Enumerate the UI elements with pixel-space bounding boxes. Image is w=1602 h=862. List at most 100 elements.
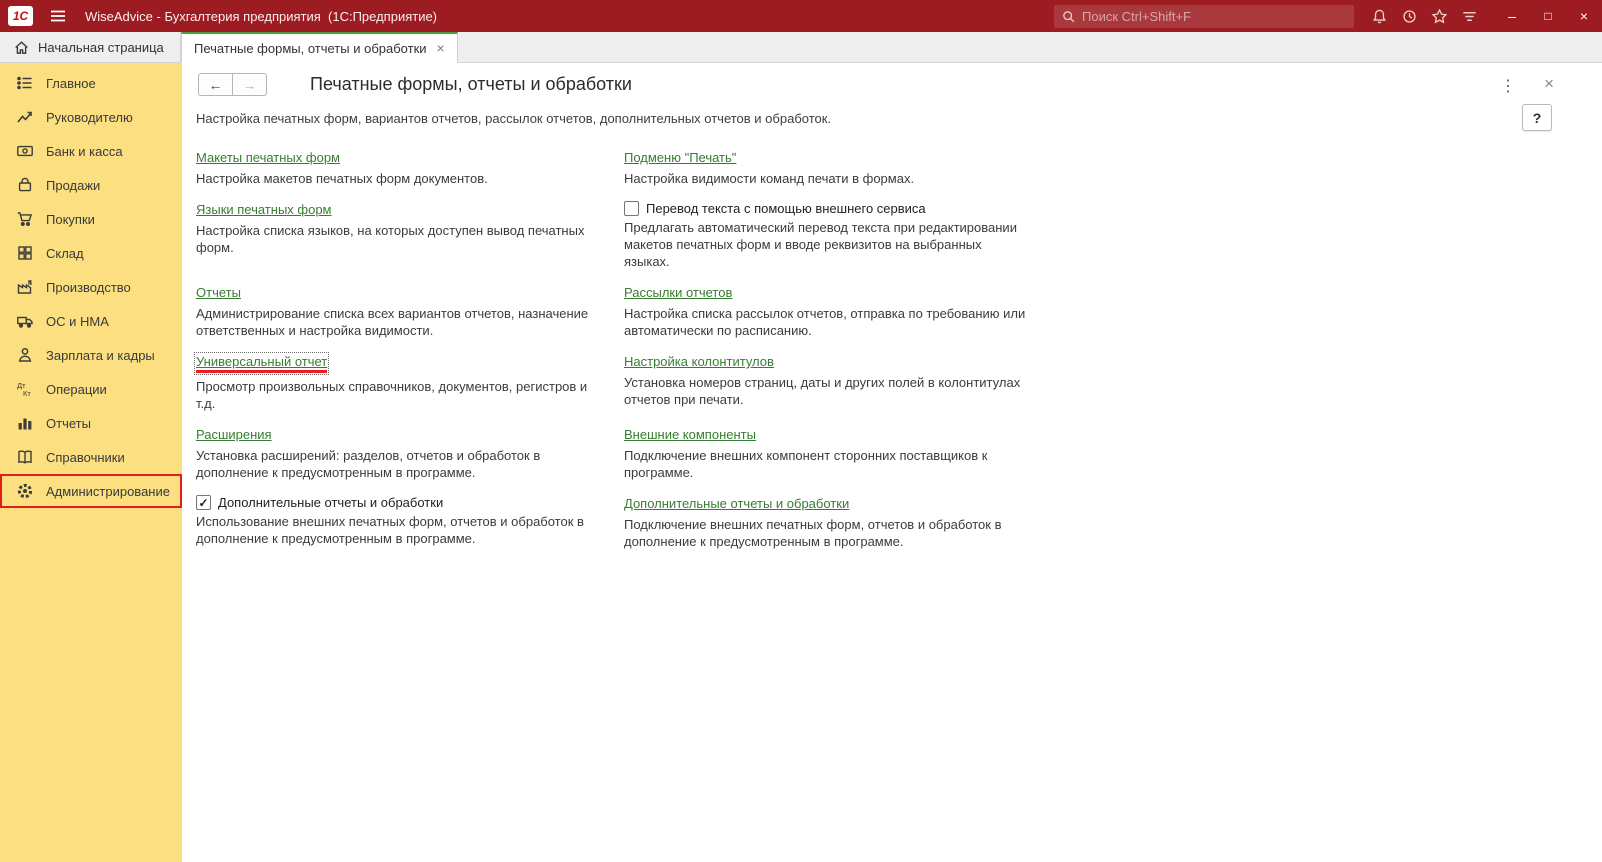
link-extensions[interactable]: Расширения xyxy=(196,427,272,442)
sidebar-item-operations[interactable]: Дт Кт Операции xyxy=(0,372,182,406)
bell-icon xyxy=(1372,9,1386,23)
feature-headers-footers: Настройка колонтитулов Установка номеров… xyxy=(624,353,1026,412)
checkbox-text-translation[interactable]: Перевод текста с помощью внешнего сервис… xyxy=(624,201,1026,216)
page-title: Печатные формы, отчеты и обработки xyxy=(310,74,632,94)
search-input[interactable] xyxy=(1082,8,1347,24)
bar-chart-icon xyxy=(18,418,32,430)
tab-home[interactable]: Начальная страница xyxy=(0,32,181,62)
search-icon xyxy=(1063,10,1075,22)
sidebar-item-sales[interactable]: Продажи xyxy=(0,168,182,202)
tab-print-forms[interactable]: Печатные формы, отчеты и обработки × xyxy=(181,32,458,63)
star-icon xyxy=(1431,8,1447,23)
feature-additional-reports-checkbox: Дополнительные отчеты и обработки Исполь… xyxy=(196,495,598,550)
sidebar-item-bank-cash[interactable]: Банк и касса xyxy=(0,134,182,168)
feature-description: Настройка видимости команд печати в форм… xyxy=(624,171,915,186)
sidebar-item-label: Администрирование xyxy=(46,483,170,499)
book-icon xyxy=(18,450,32,464)
feature-description: Настройка списка рассылок отчетов, отпра… xyxy=(624,306,1026,338)
link-reports[interactable]: Отчеты xyxy=(196,285,241,300)
hamburger-icon xyxy=(51,10,65,22)
sidebar-item-administration[interactable]: Администрирование xyxy=(0,474,182,508)
tab-close-icon[interactable]: × xyxy=(437,40,445,56)
maximize-button[interactable]: □ xyxy=(1530,0,1566,32)
settings-grid: Макеты печатных форм Настройка макетов п… xyxy=(193,149,1052,564)
sidebar-item-reports[interactable]: Отчеты xyxy=(0,406,182,440)
sidebar-item-label: Операции xyxy=(46,381,107,397)
link-universal-report[interactable]: Универсальный отчет xyxy=(193,352,330,375)
link-headers-footers-settings[interactable]: Настройка колонтитулов xyxy=(624,354,774,369)
panel-settings-button[interactable] xyxy=(1454,2,1484,30)
link-additional-reports-processings[interactable]: Дополнительные отчеты и обработки xyxy=(624,496,849,511)
sidebar-item-label: Главное xyxy=(46,75,96,91)
feature-description: Настройка макетов печатных форм документ… xyxy=(196,171,488,186)
bag-icon xyxy=(18,177,32,192)
1c-logo-text: 1С xyxy=(12,9,29,23)
banknote-icon xyxy=(17,145,33,157)
sidebar-item-label: Отчеты xyxy=(46,415,91,431)
checkbox-icon xyxy=(624,201,639,216)
sidebar-item-label: Производство xyxy=(46,279,131,295)
feature-report-distributions: Рассылки отчетов Настройка списка рассыл… xyxy=(624,284,1026,339)
feature-additional-reports-link: Дополнительные отчеты и обработки Подклю… xyxy=(624,495,1026,550)
back-button[interactable]: ← xyxy=(198,73,233,96)
sidebar-item-directories[interactable]: Справочники xyxy=(0,440,182,474)
feature-extensions: Расширения Установка расширений: раздело… xyxy=(196,426,598,481)
window-close-button[interactable]: × xyxy=(1566,0,1602,32)
link-print-form-templates[interactable]: Макеты печатных форм xyxy=(196,150,340,165)
trend-chart-icon xyxy=(17,111,32,123)
main-menu-button[interactable] xyxy=(47,5,69,27)
feature-print-submenu: Подменю "Печать" Настройка видимости ком… xyxy=(624,149,1026,187)
help-button[interactable]: ? xyxy=(1522,104,1552,131)
checkbox-additional-reports[interactable]: Дополнительные отчеты и обработки xyxy=(196,495,598,510)
sidebar-item-manager[interactable]: Руководителю xyxy=(0,100,182,134)
sidebar-item-label: Покупки xyxy=(46,211,95,227)
1c-logo: 1С xyxy=(8,6,33,26)
favorites-button[interactable] xyxy=(1424,2,1454,30)
history-button[interactable] xyxy=(1394,2,1424,30)
sidebar-item-production[interactable]: Производство xyxy=(0,270,182,304)
minimize-button[interactable]: – xyxy=(1494,0,1530,32)
feature-print-form-templates: Макеты печатных форм Настройка макетов п… xyxy=(196,149,598,187)
feature-description: Установка расширений: разделов, отчетов … xyxy=(196,448,541,480)
sidebar-item-label: Справочники xyxy=(46,449,125,465)
feature-description: Настройка списка языков, на которых дост… xyxy=(196,223,585,255)
feature-print-form-languages: Языки печатных форм Настройка списка язы… xyxy=(196,201,598,270)
tab-active-label: Печатные формы, отчеты и обработки xyxy=(194,40,427,56)
link-external-components[interactable]: Внешние компоненты xyxy=(624,427,756,442)
sidebar-item-salary-hr[interactable]: Зарплата и кадры xyxy=(0,338,182,372)
home-icon xyxy=(15,40,28,54)
feature-description: Установка номеров страниц, даты и других… xyxy=(624,375,1021,407)
history-nav-buttons: ← → xyxy=(198,73,267,96)
feature-description: Использование внешних печатных форм, отч… xyxy=(196,514,584,546)
feature-description: Предлагать автоматический перевод текста… xyxy=(624,220,1017,269)
link-print-form-languages[interactable]: Языки печатных форм xyxy=(196,202,332,217)
link-report-distributions[interactable]: Рассылки отчетов xyxy=(624,285,732,300)
history-clock-icon xyxy=(1402,9,1416,23)
form-close-icon[interactable]: × xyxy=(1544,74,1554,94)
link-print-submenu[interactable]: Подменю "Печать" xyxy=(624,150,736,165)
truck-icon xyxy=(17,316,33,328)
feature-external-components: Внешние компоненты Подключение внешних к… xyxy=(624,426,1026,481)
feature-description: Просмотр произвольных справочников, доку… xyxy=(196,379,588,411)
sidebar-item-fixed-assets[interactable]: ОС и НМА xyxy=(0,304,182,338)
sidebar-item-purchases[interactable]: Покупки xyxy=(0,202,182,236)
svg-text:Кт: Кт xyxy=(23,389,31,398)
global-search[interactable] xyxy=(1054,4,1354,28)
forward-button[interactable]: → xyxy=(232,73,267,96)
notifications-button[interactable] xyxy=(1364,2,1394,30)
more-menu-icon[interactable]: ⋮ xyxy=(1500,76,1516,96)
application-window: 1С WiseAdvice - Бухгалтерия предприятия … xyxy=(0,0,1602,862)
sidebar-item-warehouse[interactable]: Склад xyxy=(0,236,182,270)
titlebar-icons xyxy=(1364,2,1484,30)
feature-description: Администрирование списка всех вариантов … xyxy=(196,306,589,338)
main-area: Главное Руководителю Банк и касса Продаж… xyxy=(0,63,1602,862)
forward-arrow-icon: → xyxy=(242,76,257,93)
sidebar-item-main[interactable]: Главное xyxy=(0,66,182,100)
page-subtitle: Настройка печатных форм, вариантов отчет… xyxy=(196,111,832,126)
grid-boxes-icon xyxy=(18,246,32,260)
tab-home-label: Начальная страница xyxy=(38,39,164,55)
checkbox-label: Перевод текста с помощью внешнего сервис… xyxy=(646,201,926,216)
feature-universal-report: Универсальный отчет Просмотр произвольны… xyxy=(193,352,598,412)
window-title: WiseAdvice - Бухгалтерия предприятия (1С… xyxy=(85,8,438,24)
section-panel: Главное Руководителю Банк и касса Продаж… xyxy=(0,63,182,862)
